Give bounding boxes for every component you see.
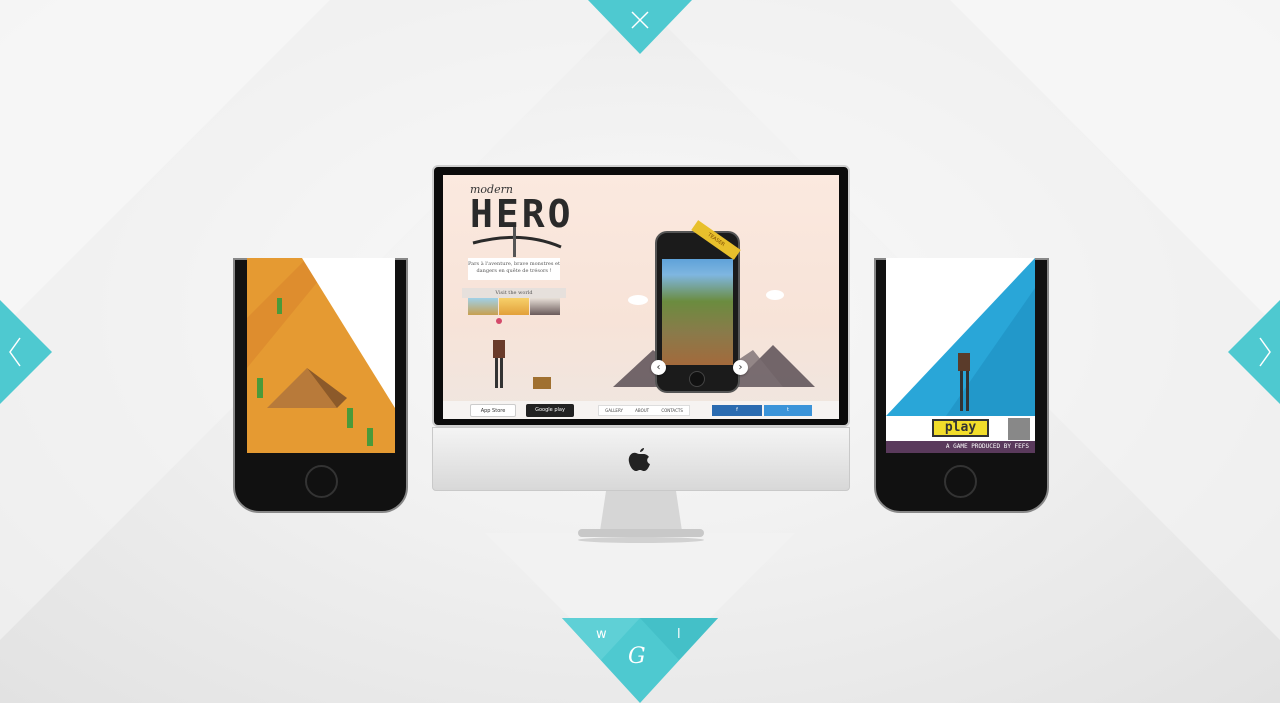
left-phone-screen bbox=[247, 258, 395, 453]
facebook-button[interactable]: f bbox=[712, 405, 762, 416]
site-nav-gallery[interactable]: GALLERY bbox=[605, 406, 623, 415]
close-button[interactable] bbox=[588, 0, 692, 54]
visit-world-label[interactable]: Visit the world bbox=[462, 288, 566, 298]
carousel-prev-button[interactable]: ‹ bbox=[651, 360, 666, 375]
game-credit-text: A GAME PRODUCED BY FEFS bbox=[886, 441, 1035, 453]
site-phone-home-button bbox=[689, 371, 705, 387]
next-project-button[interactable] bbox=[1228, 300, 1280, 404]
site-title-large: HERO bbox=[470, 192, 574, 236]
world-thumbnail[interactable] bbox=[468, 298, 498, 315]
twitter-button[interactable]: t bbox=[764, 405, 812, 416]
play-button[interactable]: play bbox=[932, 419, 989, 437]
site-nav: GALLERY ABOUT CONTACTS bbox=[598, 405, 690, 416]
bottom-tab-left-letter[interactable]: w bbox=[596, 627, 607, 642]
right-phone-home-button bbox=[944, 465, 977, 498]
apple-logo-icon bbox=[628, 448, 650, 471]
site-tagline: Pars à l'aventure, brave monstres et dan… bbox=[468, 258, 560, 280]
site-nav-about[interactable]: ABOUT bbox=[635, 406, 649, 415]
app-store-badge[interactable]: App Store bbox=[470, 404, 516, 417]
bottom-tab-right-letter[interactable]: l bbox=[677, 627, 681, 642]
google-play-badge[interactable]: Google play bbox=[526, 404, 574, 417]
carousel-next-button[interactable]: › bbox=[733, 360, 748, 375]
left-phone-home-button bbox=[305, 465, 338, 498]
site-phone-screen bbox=[662, 259, 733, 365]
world-thumbnail[interactable] bbox=[530, 298, 560, 315]
site-nav-contacts[interactable]: CONTACTS bbox=[661, 406, 683, 415]
site-logo-icon[interactable]: G bbox=[628, 644, 646, 669]
previous-project-button[interactable] bbox=[0, 300, 52, 404]
world-thumbnail[interactable] bbox=[499, 298, 529, 315]
monitor-stand bbox=[578, 491, 704, 543]
